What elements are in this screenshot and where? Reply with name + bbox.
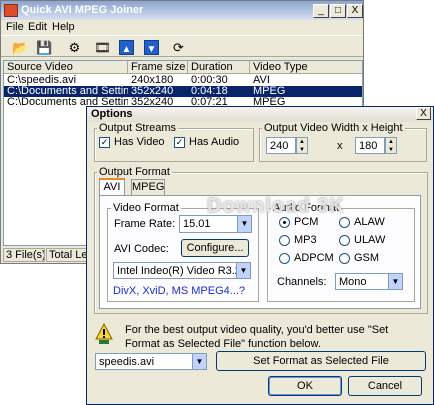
menu-file[interactable]: File [6, 21, 24, 33]
frame-rate-label: Frame Rate: [114, 218, 176, 230]
column-video-type[interactable]: Video Type [250, 61, 362, 74]
pcm-radio[interactable] [279, 217, 290, 228]
width-spinner[interactable]: ▲ ▼ [296, 137, 308, 154]
cancel-button[interactable]: Cancel [348, 376, 422, 396]
dialog-close-button[interactable]: X [416, 107, 431, 120]
ulaw-label[interactable]: ULAW [354, 234, 385, 246]
height-spinner[interactable]: ▲ ▼ [385, 137, 397, 154]
toolbar: 📂 💾 ⚙ 🎞 ▲ ▼ ⟳ [1, 35, 363, 57]
height-input[interactable]: 180 [355, 137, 385, 154]
column-source-video[interactable]: Source Video [4, 61, 128, 74]
output-format-title: Output Format [97, 166, 172, 178]
frame-rate-value: 15.01 [183, 218, 211, 230]
configure-button[interactable]: Configure... [181, 239, 249, 257]
has-video-checkbox[interactable]: ✓ [99, 137, 110, 148]
settings-icon[interactable]: ⚙ [65, 38, 84, 57]
output-streams-title: Output Streams [97, 122, 179, 134]
cell-video-type: AVI [253, 75, 270, 86]
cell-source: C:\speedis.avi [7, 75, 77, 86]
minimize-button[interactable]: _ [313, 4, 329, 18]
source-file-value: speedis.avi [99, 356, 155, 368]
cell-duration: 0:00:30 [191, 75, 228, 86]
menu-edit[interactable]: Edit [28, 21, 47, 33]
alaw-radio[interactable] [339, 217, 350, 228]
cell-duration: 0:04:18 [191, 86, 228, 97]
column-frame-size[interactable]: Frame size [128, 61, 188, 74]
close-button[interactable]: X [347, 4, 363, 18]
codec-value: Intel Indeo(R) Video R3.2 [117, 265, 241, 277]
main-titlebar[interactable]: Quick AVI MPEG Joiner _ □ X [1, 1, 363, 20]
has-audio-label[interactable]: Has Audio [189, 136, 239, 148]
clear-icon[interactable]: ⟳ [169, 38, 188, 57]
gsm-radio[interactable] [339, 253, 350, 264]
dialog-title: Options [91, 108, 133, 120]
source-file-select[interactable]: speedis.avi ▼ [95, 353, 207, 370]
gsm-label[interactable]: GSM [354, 252, 379, 264]
move-up-icon[interactable]: ▲ [119, 40, 134, 55]
menu-bar: File Edit Help [1, 20, 363, 34]
column-duration[interactable]: Duration [188, 61, 250, 74]
table-row-selected[interactable]: C:\Documents and Settings\A... 352x240 0… [4, 86, 362, 97]
move-down-icon[interactable]: ▼ [144, 40, 159, 55]
maximize-button[interactable]: □ [330, 4, 346, 18]
info-icon [95, 322, 113, 345]
window-title: Quick AVI MPEG Joiner [21, 4, 144, 16]
channels-value: Mono [339, 276, 367, 288]
watermark-logo: Download 3K [207, 195, 345, 217]
cell-video-type: MPEG [253, 86, 286, 97]
table-row[interactable]: C:\speedis.avi 240x180 0:00:30 AVI [4, 75, 362, 86]
menu-help[interactable]: Help [52, 21, 75, 33]
cell-source: C:\Documents and Settings\A... [7, 86, 128, 97]
adpcm-label[interactable]: ADPCM [294, 252, 334, 264]
alaw-label[interactable]: ALAW [354, 216, 385, 228]
open-folder-icon[interactable]: 📂 [11, 38, 30, 57]
channels-label: Channels: [277, 276, 327, 288]
hint-text: For the best output video quality, you'd… [125, 324, 389, 350]
has-audio-checkbox[interactable]: ✓ [174, 137, 185, 148]
dialog-titlebar[interactable]: Options X [87, 107, 433, 122]
chevron-down-icon[interactable]: ▼ [192, 354, 206, 369]
cell-frame-size: 352x240 [131, 86, 174, 97]
cell-frame-size: 240x180 [131, 75, 174, 86]
save-icon[interactable]: 💾 [35, 38, 54, 57]
chevron-down-icon[interactable]: ▼ [237, 216, 251, 232]
list-header: Source Video Frame size Duration Video T… [4, 61, 362, 74]
output-size-title: Output Video Width x Height [262, 122, 405, 134]
width-input[interactable]: 240 [266, 137, 296, 154]
video-format-title: Video Format [111, 202, 181, 214]
mp3-radio[interactable] [279, 235, 290, 246]
status-file-count: 3 File(s) [3, 248, 45, 262]
tab-avi[interactable]: AVI [99, 178, 125, 195]
chevron-down-icon[interactable]: ▼ [388, 274, 402, 289]
has-video-label[interactable]: Has Video [114, 136, 165, 148]
codec-select[interactable]: Intel Indeo(R) Video R3.2 ▼ [113, 262, 251, 279]
size-separator: x [337, 140, 343, 152]
codec-label: AVI Codec: [114, 243, 169, 255]
options-dialog: Options X Output Streams ✓ Has Video ✓ H… [86, 106, 434, 405]
set-format-button[interactable]: Set Format as Selected File [216, 351, 426, 371]
codec-help-link[interactable]: DivX, XviD, MS MPEG4...? [113, 285, 245, 297]
channels-select[interactable]: Mono ▼ [335, 273, 403, 290]
join-icon[interactable]: 🎞 [93, 38, 112, 57]
ulaw-radio[interactable] [339, 235, 350, 246]
tab-mpeg[interactable]: MPEG [131, 179, 165, 195]
ok-button[interactable]: OK [268, 376, 342, 396]
chevron-down-icon[interactable]: ▼ [236, 263, 250, 278]
mp3-label[interactable]: MP3 [294, 234, 317, 246]
adpcm-radio[interactable] [279, 253, 290, 264]
app-icon [4, 4, 18, 17]
